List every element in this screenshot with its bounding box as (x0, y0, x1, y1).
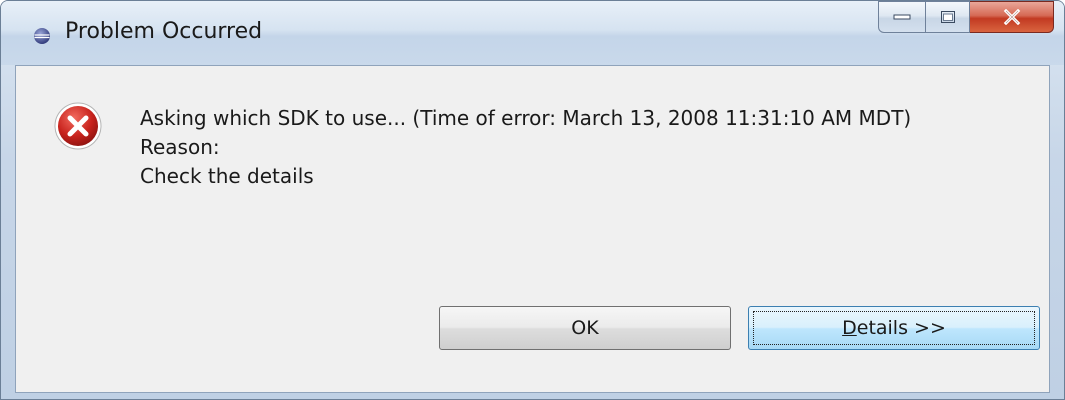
title-bar[interactable]: Problem Occurred (1, 1, 1064, 65)
window-title: Problem Occurred (65, 19, 263, 44)
error-message: Asking which SDK to use... (Time of erro… (140, 104, 911, 191)
message-line: Asking which SDK to use... (Time of erro… (140, 106, 912, 130)
reason-text: Check the details (140, 164, 314, 188)
ok-button-label: OK (571, 317, 599, 339)
reason-label: Reason: (140, 135, 220, 159)
maximize-icon (940, 11, 955, 23)
close-icon (1003, 9, 1020, 25)
close-button[interactable] (970, 1, 1054, 33)
ok-button[interactable]: OK (439, 306, 731, 350)
minimize-icon (893, 14, 911, 20)
details-button[interactable]: Details >> (748, 306, 1040, 350)
dialog-content: Asking which SDK to use... (Time of erro… (15, 65, 1050, 393)
caption-buttons (878, 1, 1054, 35)
minimize-button[interactable] (878, 1, 926, 33)
focus-rectangle (753, 311, 1035, 345)
error-icon (54, 102, 102, 150)
eclipse-icon (34, 28, 50, 44)
problem-dialog: Problem Occurred Asking which SDK to use… (0, 0, 1065, 400)
maximize-button[interactable] (926, 1, 970, 33)
